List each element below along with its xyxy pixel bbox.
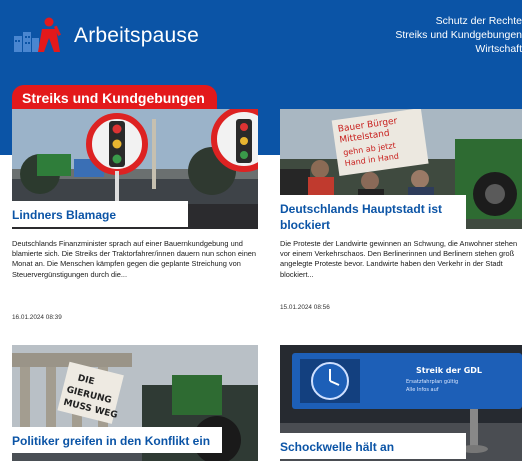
svg-text:Alle Infos auf: Alle Infos auf — [406, 387, 439, 393]
site-title: Arbeitspause — [74, 24, 199, 47]
article-title-box: Deutschlands Hauptstadt ist blockiert — [280, 195, 466, 237]
article-excerpt: Die Proteste der Landwirte gewinnen an S… — [280, 239, 518, 279]
article-title[interactable]: Deutschlands Hauptstadt ist blockiert — [280, 201, 458, 233]
article-date: 15.01.2024 08:56 — [280, 304, 330, 311]
article-title-box: Lindners Blamage — [12, 201, 188, 227]
nav-link-streiks[interactable]: Streiks und Kundgebungen — [352, 28, 522, 42]
logo[interactable]: Arbeitspause — [12, 16, 199, 56]
article-card[interactable]: Bauer Bürger Mittelstand gehn ab jetzt H… — [280, 109, 522, 324]
article-title[interactable]: Schockwelle hält an — [280, 439, 458, 455]
svg-text:Ersatzfahrplan gültig: Ersatzfahrplan gültig — [406, 379, 458, 385]
top-navigation: Schutz der Rechte Streiks und Kundgebung… — [352, 14, 522, 56]
section-heading: Streiks und Kundgebungen — [12, 85, 217, 112]
article-title[interactable]: Politiker greifen in den Konflikt ein — [12, 433, 214, 449]
nav-link-schutz[interactable]: Schutz der Rechte — [352, 14, 522, 28]
article-date: 16.01.2024 08:39 — [12, 314, 62, 321]
svg-text:Streik der GDL: Streik der GDL — [416, 366, 482, 375]
article-card[interactable]: Streik der GDL Ersatzfahrplan gültig All… — [280, 345, 522, 461]
article-card[interactable]: DIE GIERUNG MUSS WEG Politiker greifen i… — [12, 345, 258, 461]
nav-link-wirtschaft[interactable]: Wirtschaft — [352, 42, 522, 56]
article-excerpt: Deutschlands Finanzminister sprach auf e… — [12, 239, 257, 279]
article-title-box: Politiker greifen in den Konflikt ein — [12, 427, 222, 453]
article-title-box: Schockwelle hält an — [280, 433, 466, 459]
article-card[interactable]: Lindners Blamage Deutschlands Finanzmini… — [12, 109, 258, 324]
article-title[interactable]: Lindners Blamage — [12, 207, 180, 223]
factory-worker-icon — [14, 17, 61, 52]
